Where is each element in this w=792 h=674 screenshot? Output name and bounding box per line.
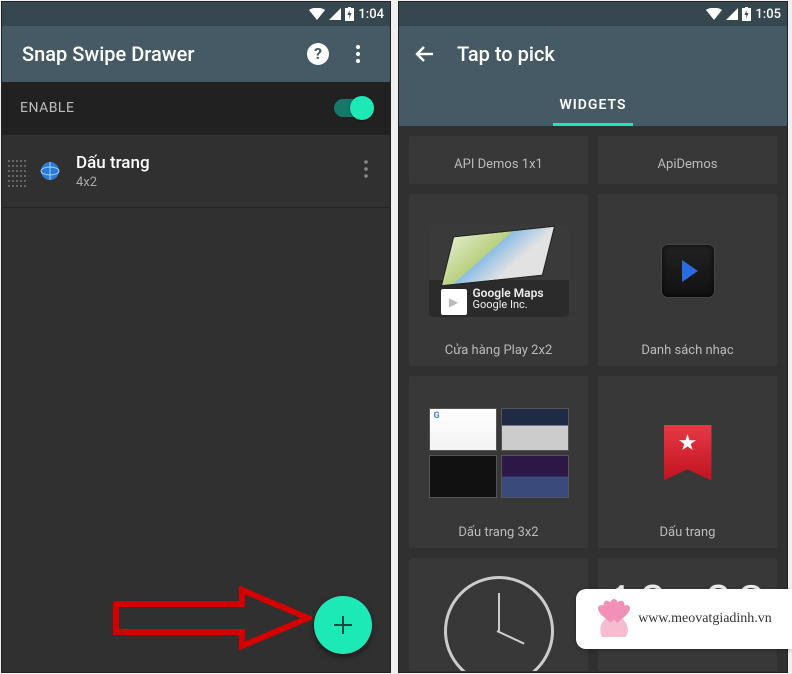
- play-button-preview: [604, 204, 771, 337]
- play-store-icon: ▶: [441, 289, 467, 315]
- bookmark-star-preview: ★: [604, 386, 771, 519]
- widget-row-text: Dấu trang 4x2: [76, 153, 352, 190]
- tile-label: API Demos 1x1: [454, 157, 543, 172]
- battery-charging-icon: [345, 7, 354, 21]
- enable-row: ENABLE: [2, 82, 390, 134]
- watermark: www.meovatgiadinh.vn: [576, 589, 792, 649]
- phone-right: 1:05 Tap to pick WIDGETS API Demos 1x1 A…: [399, 2, 787, 672]
- lotus-icon: [596, 601, 632, 637]
- watermark-text: www.meovatgiadinh.vn: [638, 611, 772, 627]
- add-fab[interactable]: [314, 596, 372, 654]
- widget-list: Dấu trang 4x2: [2, 134, 390, 208]
- drag-handle-icon[interactable]: [4, 156, 30, 187]
- tile-label: Dấu trang: [660, 525, 716, 540]
- widget-tile[interactable]: ApiDemos: [598, 136, 777, 184]
- widget-tile[interactable]: ★ Dấu trang: [598, 376, 777, 548]
- red-arrow-annotation: [112, 586, 312, 650]
- app-title: Snap Swipe Drawer: [22, 42, 298, 66]
- cell-signal-icon: [726, 8, 738, 20]
- bookmarks-grid-preview: [415, 386, 582, 519]
- status-bar: 1:05: [399, 2, 787, 26]
- tab-bar: WIDGETS: [399, 82, 787, 126]
- play-icon: [682, 260, 698, 282]
- globe-icon: [30, 151, 70, 191]
- tile-label: ApiDemos: [658, 157, 718, 172]
- enable-switch[interactable]: [334, 99, 372, 117]
- app-bar: Snap Swipe Drawer ?: [2, 26, 390, 82]
- star-icon: ★: [678, 433, 698, 455]
- widget-tile[interactable]: [409, 558, 588, 671]
- widget-tile[interactable]: Danh sách nhạc: [598, 194, 777, 366]
- app-title: Tap to pick: [457, 42, 775, 66]
- status-time: 1:04: [358, 7, 384, 22]
- row-overflow-icon[interactable]: [352, 159, 380, 184]
- enable-label: ENABLE: [20, 100, 74, 116]
- tile-label: Danh sách nhạc: [641, 343, 733, 358]
- app-bar: Tap to pick: [399, 26, 787, 82]
- phone-left: 1:04 Snap Swipe Drawer ? ENABLE: [2, 2, 390, 672]
- status-time: 1:05: [755, 7, 781, 22]
- status-bar: 1:04: [2, 2, 390, 26]
- battery-charging-icon: [742, 7, 751, 21]
- widget-tile[interactable]: ▶ Google MapsGoogle Inc. Cửa hàng Play 2…: [409, 194, 588, 366]
- tile-label: Cửa hàng Play 2x2: [445, 343, 553, 358]
- wifi-icon: [706, 8, 722, 20]
- google-maps-preview: ▶ Google MapsGoogle Inc.: [415, 204, 582, 337]
- tile-label: Dấu trang 3x2: [458, 525, 538, 540]
- widget-size: 4x2: [76, 175, 352, 190]
- back-icon[interactable]: [405, 34, 445, 74]
- widget-tile[interactable]: Dấu trang 3x2: [409, 376, 588, 548]
- widget-name: Dấu trang: [76, 153, 352, 173]
- help-icon[interactable]: ?: [298, 34, 338, 74]
- cell-signal-icon: [329, 8, 341, 20]
- widget-row[interactable]: Dấu trang 4x2: [2, 134, 390, 208]
- analog-clock-preview: [415, 568, 582, 671]
- overflow-menu-icon[interactable]: [338, 34, 378, 74]
- widget-tile[interactable]: API Demos 1x1: [409, 136, 588, 184]
- wifi-icon: [309, 8, 325, 20]
- tab-widgets[interactable]: WIDGETS: [553, 85, 632, 126]
- preview-subtitle: Google Inc.: [473, 298, 528, 311]
- svg-text:?: ?: [314, 44, 322, 63]
